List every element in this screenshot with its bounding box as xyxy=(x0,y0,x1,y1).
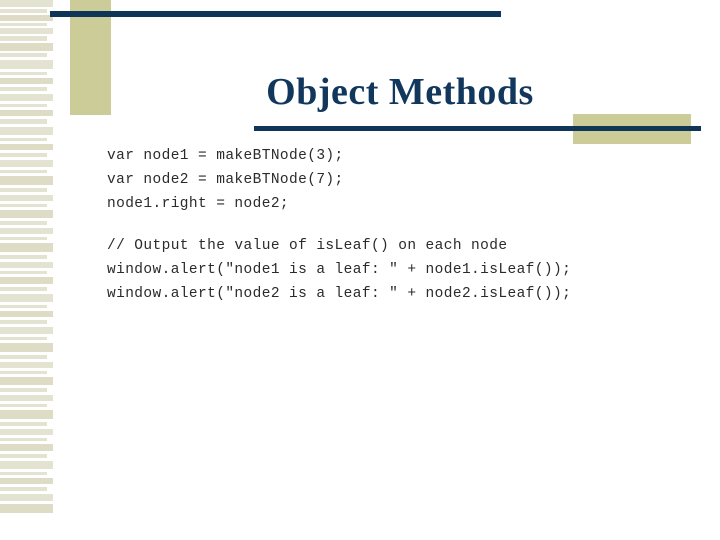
code-line: window.alert("node1 is a leaf: " + node1… xyxy=(107,262,572,279)
stripe-16 xyxy=(0,127,53,135)
stripe-56 xyxy=(0,461,53,469)
code-line: node1.right = node2; xyxy=(107,195,290,212)
stripe-47 xyxy=(0,388,47,392)
stripe-28 xyxy=(0,228,53,234)
stripe-46 xyxy=(0,377,53,385)
stripe-20 xyxy=(0,160,53,167)
stripe-14 xyxy=(0,110,53,116)
stripe-60 xyxy=(0,494,53,501)
stripe-49 xyxy=(0,404,47,407)
stripe-35 xyxy=(0,287,47,291)
stripe-34 xyxy=(0,277,53,284)
stripe-11 xyxy=(0,87,47,91)
stripe-50 xyxy=(0,410,53,419)
stripe-7 xyxy=(0,53,47,57)
stripe-39 xyxy=(0,320,47,324)
slide-canvas: Object Methods var node1 = makeBTNode(3)… xyxy=(0,0,720,540)
stripe-45 xyxy=(0,371,47,374)
stripe-55 xyxy=(0,454,47,458)
stripe-25 xyxy=(0,204,47,207)
navy-rule-middle xyxy=(254,126,701,131)
stripe-54 xyxy=(0,444,53,451)
stripe-43 xyxy=(0,355,47,359)
stripe-38 xyxy=(0,311,53,317)
stripe-13 xyxy=(0,104,47,107)
stripe-24 xyxy=(0,195,53,201)
navy-rule-top xyxy=(50,11,501,17)
stripe-21 xyxy=(0,170,47,173)
stripe-36 xyxy=(0,294,53,302)
stripe-10 xyxy=(0,78,53,84)
code-line: var node2 = makeBTNode(7); xyxy=(107,171,344,188)
stripe-23 xyxy=(0,188,47,192)
stripe-29 xyxy=(0,237,47,240)
stripe-3 xyxy=(0,23,47,26)
stripe-58 xyxy=(0,478,53,484)
stripe-26 xyxy=(0,210,53,218)
page-title: Object Methods xyxy=(266,71,534,114)
code-block: var node1 = makeBTNode(3); var node2 = ma… xyxy=(107,145,687,307)
stripe-40 xyxy=(0,327,53,334)
stripe-37 xyxy=(0,305,47,308)
stripe-9 xyxy=(0,72,47,75)
sidebar-stripe-decoration xyxy=(0,0,53,514)
stripe-61 xyxy=(0,504,53,513)
stripe-22 xyxy=(0,176,53,185)
stripe-48 xyxy=(0,395,53,401)
stripe-30 xyxy=(0,243,53,252)
stripe-52 xyxy=(0,429,53,435)
khaki-accent-block-left xyxy=(70,0,111,115)
code-line: // Output the value of isLeaf() on each … xyxy=(107,238,508,255)
stripe-2 xyxy=(0,15,53,21)
code-line: var node1 = makeBTNode(3); xyxy=(107,148,344,164)
stripe-27 xyxy=(0,221,47,225)
stripe-17 xyxy=(0,138,47,141)
stripe-42 xyxy=(0,343,53,352)
stripe-4 xyxy=(0,28,53,34)
stripe-0 xyxy=(0,0,53,7)
stripe-1 xyxy=(0,9,47,13)
stripe-19 xyxy=(0,153,47,157)
stripe-6 xyxy=(0,43,53,51)
stripe-32 xyxy=(0,262,53,268)
stripe-33 xyxy=(0,271,47,274)
code-line: window.alert("node2 is a leaf: " + node2… xyxy=(107,285,572,302)
stripe-8 xyxy=(0,60,53,69)
stripe-15 xyxy=(0,119,47,124)
stripe-53 xyxy=(0,438,47,441)
stripe-5 xyxy=(0,36,47,41)
stripe-18 xyxy=(0,144,53,150)
stripe-59 xyxy=(0,487,47,491)
stripe-31 xyxy=(0,255,47,259)
stripe-51 xyxy=(0,422,47,426)
stripe-41 xyxy=(0,337,47,340)
stripe-57 xyxy=(0,472,47,475)
stripe-12 xyxy=(0,94,53,101)
stripe-44 xyxy=(0,362,53,368)
